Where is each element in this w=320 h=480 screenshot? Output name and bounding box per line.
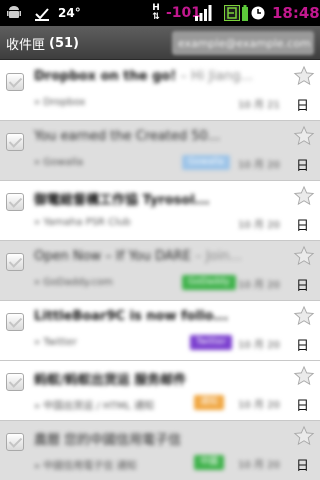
message-date: 10 月 21: [238, 100, 280, 111]
inbox-label: 收件匣: [6, 37, 46, 53]
message-list: Dropbox on the go! – Hi Jiang... » Dropb…: [0, 61, 320, 480]
select-checkbox[interactable]: [6, 133, 24, 151]
message-sender: » 中國信用電子信 通知: [34, 461, 137, 472]
message-row[interactable]: LittleBoar9C is now follo... » Twitter T…: [0, 301, 320, 361]
message-content[interactable]: You earned the Created 50... » Gowalla G…: [34, 121, 294, 181]
message-subject: Dropbox on the go! – Hi Jiang...: [34, 69, 253, 84]
temperature-text: 24°: [58, 6, 81, 20]
star-icon[interactable]: [293, 125, 315, 147]
message-row[interactable]: You earned the Created 50... » Gowalla G…: [0, 121, 320, 181]
message-sender: » GoDaddy.com: [34, 277, 113, 288]
message-content[interactable]: 農曆 您的中國信用電子信 » 中國信用電子信 通知 中國 10 月 20: [34, 421, 294, 480]
unread-count: (51): [49, 35, 79, 51]
select-checkbox[interactable]: [6, 73, 24, 91]
message-content[interactable]: Open Now – If You DARE – Join... » GoDad…: [34, 241, 294, 301]
message-row[interactable]: Open Now – If You DARE – Join... » GoDad…: [0, 241, 320, 301]
star-icon[interactable]: [293, 305, 315, 327]
message-label: 通知: [194, 395, 225, 410]
message-sender: » 中国出货运 / HTML 通知: [34, 401, 155, 412]
message-day: 日: [296, 279, 310, 294]
message-sender: » Dropbox: [34, 97, 86, 108]
message-subject: You earned the Created 50...: [34, 129, 221, 144]
message-date: 10 月 20: [238, 220, 280, 231]
select-checkbox[interactable]: [6, 373, 24, 391]
star-icon[interactable]: [293, 245, 315, 267]
message-label: GoDaddy: [182, 275, 236, 290]
message-sender: » Twitter: [34, 337, 77, 348]
message-subject: Open Now – If You DARE – Join...: [34, 249, 242, 264]
message-day: 日: [296, 219, 310, 234]
message-content[interactable]: 御電総督構工作協 Tyrosol... » Yamaha PSR Club 10…: [34, 181, 294, 241]
message-day: 日: [296, 99, 310, 114]
message-content[interactable]: LittleBoar9C is now follo... » Twitter T…: [34, 301, 294, 361]
select-checkbox[interactable]: [6, 253, 24, 271]
message-date: 10 月 20: [238, 280, 280, 291]
account-selector[interactable]: example@example.com: [172, 31, 314, 55]
message-date: 10 月 20: [238, 340, 280, 351]
message-row[interactable]: 蚂蚁/蚂蚁出货运 服务邮件 » 中国出货运 / HTML 通知 通知 10 月 …: [0, 361, 320, 421]
usb-icon: [34, 0, 52, 26]
message-row[interactable]: 御電総督構工作協 Tyrosol... » Yamaha PSR Club 10…: [0, 181, 320, 241]
message-date: 10 月 20: [238, 160, 280, 171]
message-sender: » Gowalla: [34, 157, 84, 168]
inbox-header: 收件匣 (51) example@example.com: [0, 26, 320, 60]
message-subject: 農曆 您的中國信用電子信: [34, 433, 182, 448]
star-icon[interactable]: [293, 185, 315, 207]
message-label: Twitter: [190, 335, 233, 350]
message-content[interactable]: 蚂蚁/蚂蚁出货运 服务邮件 » 中国出货运 / HTML 通知 通知 10 月 …: [34, 361, 294, 421]
message-sender: » Yamaha PSR Club: [34, 217, 131, 228]
message-day: 日: [296, 459, 310, 474]
message-subject: 御電総督構工作協 Tyrosol...: [34, 193, 210, 208]
e-notification-icon: [224, 0, 240, 26]
alarm-icon: [250, 0, 268, 26]
select-checkbox[interactable]: [6, 193, 24, 211]
select-checkbox[interactable]: [6, 313, 24, 331]
message-row[interactable]: Dropbox on the go! – Hi Jiang... » Dropb…: [0, 61, 320, 121]
message-subject: 蚂蚁/蚂蚁出货运 服务邮件: [34, 373, 187, 388]
inbox-title: 收件匣 (51): [6, 26, 79, 60]
clock-text: 18:48: [272, 4, 320, 22]
message-label: 中國: [194, 455, 225, 470]
message-snippet: – Join...: [190, 249, 242, 264]
star-icon[interactable]: [293, 65, 315, 87]
message-snippet: – Hi Jiang...: [176, 69, 253, 84]
h-data-icon: H ⇅: [152, 3, 160, 22]
message-row[interactable]: 農曆 您的中國信用電子信 » 中國信用電子信 通知 中國 10 月 20 日: [0, 421, 320, 480]
star-icon[interactable]: [293, 425, 315, 447]
message-day: 日: [296, 399, 310, 414]
select-checkbox[interactable]: [6, 433, 24, 451]
message-subject: LittleBoar9C is now follo...: [34, 309, 229, 324]
signal-bars-icon: [194, 0, 214, 26]
message-date: 10 月 20: [238, 400, 280, 411]
message-date: 10 月 20: [238, 460, 280, 471]
message-day: 日: [296, 159, 310, 174]
status-bar: 24° H ⇅ -101 18:48: [0, 0, 320, 26]
star-icon[interactable]: [293, 365, 315, 387]
android-icon: [6, 0, 24, 26]
message-content[interactable]: Dropbox on the go! – Hi Jiang... » Dropb…: [34, 61, 294, 121]
message-label: Gowalla: [182, 155, 230, 170]
message-day: 日: [296, 339, 310, 354]
